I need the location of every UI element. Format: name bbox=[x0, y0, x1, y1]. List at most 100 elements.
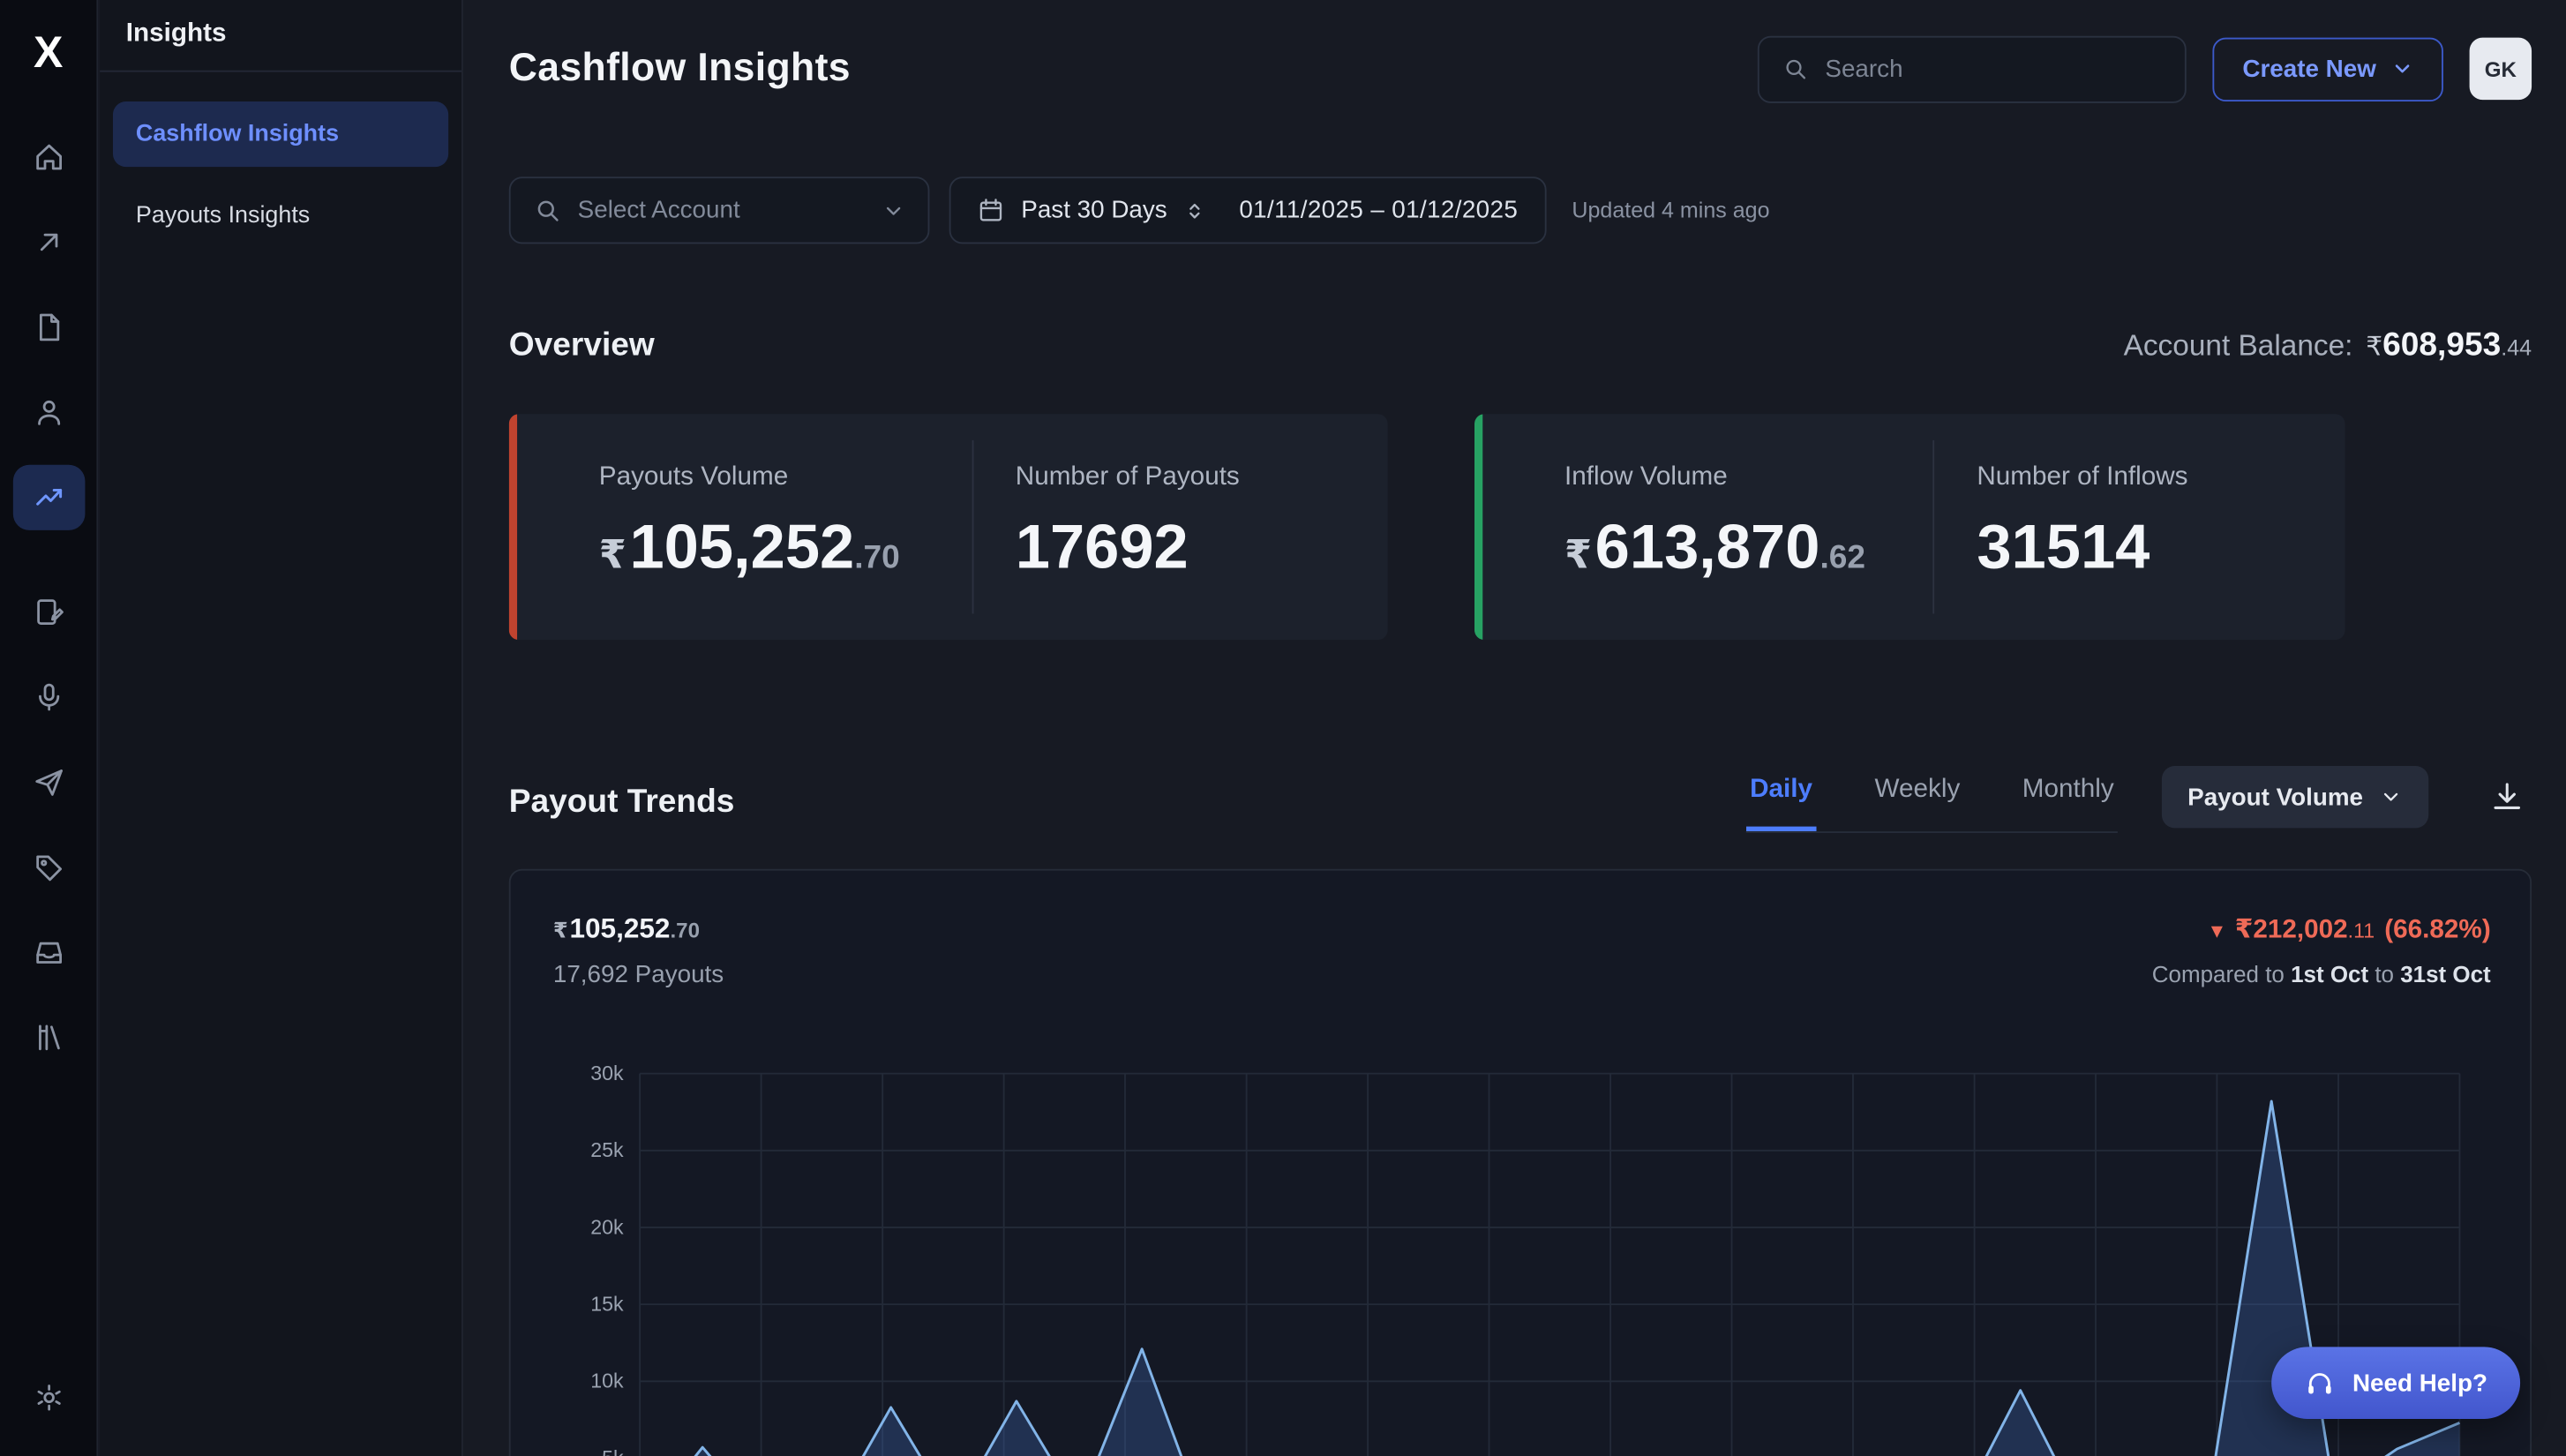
overview-header: Overview Account Balance: ₹608,953.44 bbox=[509, 327, 2532, 365]
avatar[interactable]: GK bbox=[2470, 38, 2532, 100]
svg-text:15k: 15k bbox=[590, 1293, 624, 1316]
topbar-actions: Create New GK bbox=[1758, 35, 2532, 102]
chart-summary: ₹105,252.70 17,692 Payouts bbox=[553, 913, 724, 988]
metric-value: 31514 bbox=[1977, 514, 2345, 584]
rupee-symbol: ₹ bbox=[2235, 917, 2254, 945]
payouts-overview-card: Payouts Volume ₹105,252.70 Number of Pay… bbox=[509, 414, 1388, 640]
paper-plane-icon[interactable] bbox=[12, 749, 85, 814]
chart-area: 5k 10k 15k 20k 25k 30k bbox=[553, 1049, 2468, 1456]
card-accent-bar-green bbox=[1474, 414, 1482, 640]
metric-inflow-volume: Inflow Volume ₹613,870.62 bbox=[1482, 414, 1932, 640]
tab-daily[interactable]: Daily bbox=[1746, 762, 1815, 831]
comparison-period: Compared to 1st Oct to 31st Oct bbox=[2152, 961, 2491, 987]
download-button[interactable] bbox=[2482, 772, 2532, 822]
payout-trends-title: Payout Trends bbox=[509, 784, 735, 822]
payout-trends-chart: 5k 10k 15k 20k 25k 30k bbox=[553, 1049, 2468, 1456]
trending-up-icon[interactable] bbox=[12, 465, 85, 530]
inbox-tray-icon[interactable] bbox=[12, 919, 85, 985]
last-updated-text: Updated 4 mins ago bbox=[1572, 198, 1769, 222]
payout-trends-header: Payout Trends Daily Weekly Monthly Payou… bbox=[509, 762, 2532, 833]
metric-number-of-payouts: Number of Payouts 17692 bbox=[973, 414, 1388, 640]
account-balance-label: Account Balance: bbox=[2124, 329, 2353, 362]
overview-title: Overview bbox=[509, 327, 655, 365]
gear-icon[interactable] bbox=[12, 1365, 85, 1430]
rail-nav bbox=[12, 124, 85, 1090]
sidebar-title: Insights bbox=[100, 0, 461, 72]
headset-icon bbox=[2305, 1368, 2336, 1399]
metric-label: Number of Inflows bbox=[1977, 463, 2345, 492]
main-content: Cashflow Insights Create New GK Select A… bbox=[463, 0, 2566, 1456]
mic-icon[interactable] bbox=[12, 664, 85, 730]
down-triangle-icon: ▼ bbox=[2207, 919, 2226, 942]
create-new-button[interactable]: Create New bbox=[2213, 37, 2443, 101]
metric-label: Inflow Volume bbox=[1564, 463, 1932, 492]
payout-trends-chart-card: ₹105,252.70 17,692 Payouts ▼₹212,002.11(… bbox=[509, 869, 2532, 1456]
svg-text:5k: 5k bbox=[602, 1446, 624, 1456]
account-balance-fraction: .44 bbox=[2501, 335, 2532, 360]
rupee-symbol: ₹ bbox=[553, 918, 568, 942]
chevron-down-icon bbox=[2391, 57, 2414, 80]
metric-label: Number of Payouts bbox=[1016, 463, 1388, 492]
insights-sidebar: Insights Cashflow Insights Payouts Insig… bbox=[100, 0, 463, 1456]
account-select-placeholder: Select Account bbox=[578, 197, 866, 225]
search-icon bbox=[534, 197, 562, 225]
app-window: X bbox=[0, 0, 2566, 1456]
user-icon[interactable] bbox=[12, 379, 85, 445]
inflows-overview-card: Inflow Volume ₹613,870.62 Number of Infl… bbox=[1474, 414, 2345, 640]
topbar: Cashflow Insights Create New GK bbox=[509, 33, 2532, 105]
svg-text:30k: 30k bbox=[590, 1062, 624, 1084]
download-icon bbox=[2489, 779, 2525, 815]
file-icon[interactable] bbox=[12, 295, 85, 360]
create-new-label: Create New bbox=[2242, 55, 2376, 83]
updown-chevrons-icon bbox=[1183, 199, 1206, 221]
date-range-value: 01/11/2025 – 01/12/2025 bbox=[1239, 197, 1518, 225]
books-icon[interactable] bbox=[12, 1005, 85, 1070]
rupee-symbol: ₹ bbox=[1564, 534, 1592, 578]
svg-text:20k: 20k bbox=[590, 1215, 624, 1238]
account-balance: Account Balance: ₹608,953.44 bbox=[2124, 327, 2532, 365]
metric-value: ₹613,870.62 bbox=[1564, 514, 1932, 584]
chart-total-count: 17,692 Payouts bbox=[553, 961, 724, 989]
chart-comparison: ▼₹212,002.11(66.82%) Compared to 1st Oct… bbox=[2152, 913, 2491, 987]
svg-text:10k: 10k bbox=[590, 1370, 624, 1392]
overview-cards: Payouts Volume ₹105,252.70 Number of Pay… bbox=[509, 414, 2345, 640]
metric-payouts-volume: Payouts Volume ₹105,252.70 bbox=[517, 414, 972, 640]
card-accent-bar-red bbox=[509, 414, 517, 640]
tag-icon[interactable] bbox=[12, 835, 85, 900]
arrow-up-right-icon[interactable] bbox=[12, 209, 85, 274]
chart-total-value: ₹105,252.70 bbox=[553, 913, 724, 946]
home-icon[interactable] bbox=[12, 124, 85, 190]
sidebar-item-payouts-insights[interactable]: Payouts Insights bbox=[113, 184, 448, 249]
account-balance-value: 608,953 bbox=[2382, 327, 2501, 364]
rupee-symbol: ₹ bbox=[599, 534, 626, 578]
metric-number-of-inflows: Number of Inflows 31514 bbox=[1934, 414, 2345, 640]
global-search[interactable] bbox=[1758, 35, 2187, 102]
change-indicator: ▼₹212,002.11(66.82%) bbox=[2152, 913, 2491, 946]
svg-text:25k: 25k bbox=[590, 1138, 624, 1161]
chevron-down-icon bbox=[2380, 785, 2403, 808]
sidebar-items: Cashflow Insights Payouts Insights bbox=[100, 72, 461, 279]
trend-granularity-tabs: Daily Weekly Monthly bbox=[1746, 762, 2117, 833]
date-range-picker[interactable]: Past 30 Days 01/11/2025 – 01/12/2025 bbox=[949, 176, 1546, 244]
calendar-icon bbox=[977, 197, 1005, 225]
date-preset-label: Past 30 Days bbox=[1021, 197, 1167, 225]
rupee-symbol: ₹ bbox=[2366, 334, 2382, 362]
need-help-button[interactable]: Need Help? bbox=[2272, 1347, 2520, 1419]
filter-row: Select Account Past 30 Days 01/11/2025 –… bbox=[509, 176, 1770, 244]
metric-value: ₹105,252.70 bbox=[599, 514, 972, 584]
metric-label: Payouts Volume bbox=[599, 463, 972, 492]
search-input[interactable] bbox=[1825, 55, 2162, 83]
need-help-label: Need Help? bbox=[2352, 1369, 2487, 1397]
brand-logo[interactable]: X bbox=[19, 23, 78, 82]
tab-monthly[interactable]: Monthly bbox=[2019, 762, 2117, 831]
page-title: Cashflow Insights bbox=[509, 46, 851, 92]
metric-value: 17692 bbox=[1016, 514, 1388, 584]
metric-selector-label: Payout Volume bbox=[2187, 783, 2363, 811]
tab-weekly[interactable]: Weekly bbox=[1872, 762, 1963, 831]
note-edit-icon[interactable] bbox=[12, 580, 85, 645]
sidebar-item-cashflow-insights[interactable]: Cashflow Insights bbox=[113, 101, 448, 167]
metric-selector-dropdown[interactable]: Payout Volume bbox=[2161, 766, 2428, 828]
icon-rail: X bbox=[0, 0, 98, 1456]
account-select[interactable]: Select Account bbox=[509, 176, 930, 244]
search-icon bbox=[1782, 54, 1809, 83]
